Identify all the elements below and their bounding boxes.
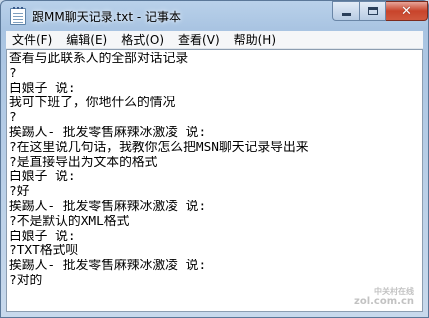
- notepad-icon[interactable]: [10, 7, 26, 25]
- menu-format[interactable]: 格式(O): [114, 31, 171, 49]
- text-line: 挨踢人- 批发零售麻辣冰激凌 说:: [9, 259, 207, 274]
- menu-file[interactable]: 文件(F): [6, 31, 59, 49]
- text-line: 挨踢人- 批发零售麻辣冰激凌 说:: [9, 125, 207, 140]
- menu-bar: 文件(F) 编辑(E) 格式(O) 查看(V) 帮助(H): [6, 31, 423, 49]
- close-button[interactable]: ✕: [386, 1, 428, 21]
- text-line: 白娘子 说:: [9, 229, 76, 244]
- title-bar[interactable]: 跟MM聊天记录.txt - 记事本 ✕: [1, 1, 428, 31]
- maximize-icon: [367, 7, 378, 15]
- watermark-en: zol.com.cn: [354, 296, 414, 307]
- minimize-button[interactable]: [332, 1, 359, 21]
- text-line: ?在这里说几句话，我教你怎么把MSN聊天记录导出来: [9, 140, 309, 155]
- text-line: ?: [9, 66, 17, 81]
- text-line: 我可下班了，你地什么的情况: [9, 96, 176, 111]
- text-line: 查看与此联系人的全部对话记录: [9, 52, 189, 66]
- text-editor[interactable]: 查看与此联系人的全部对话记录 ? 白娘子 说: 我可下班了，你地什么的情况 ? …: [6, 49, 423, 312]
- text-line: ?对的: [9, 273, 43, 288]
- text-line: ?TXT格式呗: [9, 244, 79, 259]
- text-line: 挨踢人- 批发零售麻辣冰激凌 说:: [9, 199, 207, 214]
- menu-view[interactable]: 查看(V): [171, 31, 227, 49]
- text-line: 白娘子 说:: [9, 81, 76, 96]
- text-line: ?是直接导出为文本的格式: [9, 155, 158, 170]
- text-line: ?不是默认的XML格式: [9, 214, 130, 229]
- menu-edit[interactable]: 编辑(E): [59, 31, 114, 49]
- text-line: 白娘子 说:: [9, 170, 76, 185]
- maximize-button[interactable]: [359, 1, 386, 21]
- document-text: 查看与此联系人的全部对话记录 ? 白娘子 说: 我可下班了，你地什么的情况 ? …: [7, 50, 422, 289]
- text-line: ?好: [9, 185, 30, 200]
- minimize-icon: [341, 12, 351, 16]
- zol-watermark: 中关村在线 zol.com.cn: [354, 287, 414, 307]
- window-title: 跟MM聊天记录.txt - 记事本: [32, 10, 181, 24]
- text-line: ?: [9, 111, 17, 126]
- menu-help[interactable]: 帮助(H): [227, 31, 283, 49]
- close-icon: ✕: [401, 3, 412, 19]
- notepad-window: 跟MM聊天记录.txt - 记事本 ✕ 文件(F) 编辑(E) 格式(O) 查看…: [0, 0, 429, 318]
